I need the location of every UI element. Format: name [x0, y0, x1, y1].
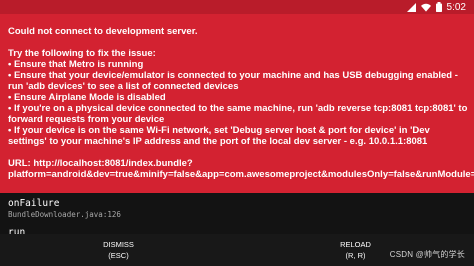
status-icons: 5:02	[406, 1, 466, 13]
stack-frame-file: BundleDownloader.java:126	[8, 210, 121, 219]
dismiss-button[interactable]: DISMISS (ESC)	[0, 234, 237, 266]
watermark: CSDN @帅气的学长	[389, 250, 465, 259]
reload-label: RELOAD	[340, 240, 371, 249]
reload-shortcut: (R, R)	[345, 251, 366, 260]
signal-icon	[406, 2, 416, 12]
stack-frame-method: run	[8, 227, 26, 234]
error-step: • Ensure Airplane Mode is disabled	[8, 92, 166, 103]
status-bar: 5:02	[0, 0, 474, 14]
error-step: • If you're on a physical device connect…	[8, 103, 468, 125]
error-intro: Try the following to fix the issue:	[8, 48, 156, 59]
wifi-icon	[420, 3, 431, 12]
redbox-error-panel[interactable]: Could not connect to development server.…	[0, 14, 474, 193]
error-step: • Ensure that Metro is running	[8, 59, 144, 70]
error-message: Could not connect to development server.…	[8, 26, 474, 180]
battery-icon	[435, 2, 442, 12]
dismiss-shortcut: (ESC)	[108, 251, 129, 260]
dismiss-label: DISMISS	[103, 240, 134, 249]
stack-frame-method: onFailure	[8, 198, 60, 209]
error-step: • Ensure that your device/emulator is co…	[8, 70, 458, 92]
bundle-url: URL: http://localhost:8081/index.bundle?…	[8, 158, 474, 180]
stack-trace[interactable]: onFailure BundleDownloader.java:126 run	[0, 193, 474, 234]
error-step: • If your device is on the same Wi-Fi ne…	[8, 125, 430, 147]
clock: 5:02	[446, 1, 466, 13]
error-title: Could not connect to development server.	[8, 26, 198, 37]
